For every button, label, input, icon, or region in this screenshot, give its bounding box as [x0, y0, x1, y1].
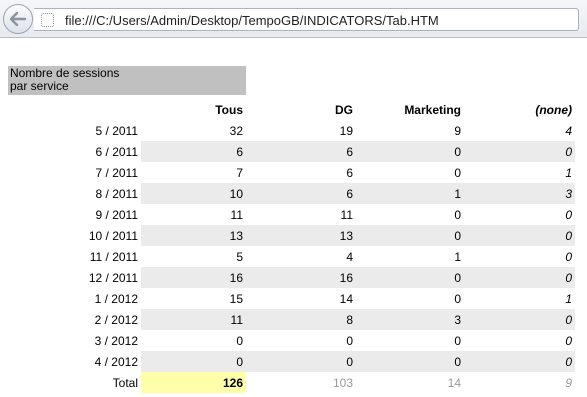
table-row: 8 / 2011 10 6 1 3	[8, 183, 575, 204]
none-cell: 0	[565, 249, 572, 264]
tous-cell: 32	[229, 123, 243, 138]
dg-cell: 0	[246, 351, 356, 372]
total-tous: 126	[141, 372, 246, 393]
marketing-cell: 0	[454, 291, 461, 306]
dg-cell: 4	[346, 249, 353, 264]
table-row: 4 / 2012 0 0 0 0	[8, 351, 575, 372]
none-cell: 1	[565, 165, 572, 180]
dg-cell: 16	[246, 267, 356, 288]
period-cell: 7 / 2011	[95, 165, 138, 180]
dg-cell: 6	[246, 183, 356, 204]
period-cell: 12 / 2011	[88, 270, 138, 285]
table-row: 12 / 2011 16 16 0 0	[8, 267, 575, 288]
browser-toolbar: file:///C:/Users/Admin/Desktop/TempoGB/I…	[0, 0, 587, 38]
marketing-cell: 1	[356, 183, 464, 204]
header-period	[8, 99, 141, 120]
total-row: Total 126 103 14 9	[8, 372, 575, 393]
tous-cell: 6	[141, 141, 246, 162]
tous-cell: 0	[141, 351, 246, 372]
table-row: 5 / 2011 32 19 9 4	[8, 120, 575, 141]
none-cell: 0	[464, 351, 575, 372]
sessions-table: Tous DG Marketing (none) 5 / 2011 32 19 9 4 6…	[8, 99, 575, 393]
tous-cell: 15	[229, 291, 243, 306]
tous-cell: 7	[236, 165, 243, 180]
period-cell: 4 / 2012	[94, 354, 138, 369]
marketing-cell: 9	[454, 123, 461, 138]
marketing-cell: 0	[454, 333, 461, 348]
none-cell: 0	[565, 333, 572, 348]
table-row: 11 / 2011 5 4 1 0	[8, 246, 575, 267]
dg-cell: 19	[339, 123, 353, 138]
header-marketing: Marketing	[404, 102, 461, 117]
table-row: 3 / 2012 0 0 0 0	[8, 330, 575, 351]
tous-cell: 0	[236, 333, 243, 348]
back-button[interactable]	[3, 4, 33, 34]
none-cell: 0	[464, 267, 575, 288]
dg-cell: 14	[339, 291, 353, 306]
marketing-cell: 0	[454, 207, 461, 222]
dg-cell: 8	[246, 309, 356, 330]
period-cell: 9 / 2011	[95, 207, 138, 222]
period-cell: 11 / 2011	[89, 249, 138, 264]
period-cell: 6 / 2011	[95, 144, 138, 159]
table-row: 10 / 2011 13 13 0 0	[8, 225, 575, 246]
table-row: 2 / 2012 11 8 3 0	[8, 309, 575, 330]
none-cell: 3	[464, 183, 575, 204]
none-cell: 0	[464, 309, 575, 330]
marketing-cell: 3	[356, 309, 464, 330]
period-cell: 8 / 2011	[95, 186, 138, 201]
tous-cell: 11	[141, 309, 246, 330]
marketing-cell: 1	[454, 249, 461, 264]
page-content: Nombre de sessions par service Tous DG M…	[0, 39, 587, 397]
none-cell: 0	[565, 207, 572, 222]
marketing-cell: 0	[356, 351, 464, 372]
dg-cell: 11	[340, 207, 353, 222]
none-cell: 1	[565, 291, 572, 306]
period-cell: 3 / 2012	[94, 333, 138, 348]
back-arrow-icon	[10, 12, 26, 26]
marketing-cell: 0	[454, 165, 461, 180]
marketing-cell: 0	[356, 267, 464, 288]
table-row: 7 / 2011 7 6 0 1	[8, 162, 575, 183]
dg-cell: 6	[346, 165, 353, 180]
tous-cell: 16	[141, 267, 246, 288]
address-bar[interactable]: file:///C:/Users/Admin/Desktop/TempoGB/I…	[34, 8, 579, 31]
marketing-cell: 0	[356, 225, 464, 246]
url-text[interactable]: file:///C:/Users/Admin/Desktop/TempoGB/I…	[65, 13, 439, 28]
table-body: 5 / 2011 32 19 9 4 6 / 2011 6 6 0 0 7 / 2011 7 6 0 1 8 …	[8, 120, 575, 372]
dg-cell: 0	[346, 333, 353, 348]
none-cell: 4	[565, 123, 572, 138]
table-row: 9 / 2011 11 11 0 0	[8, 204, 575, 225]
header-none: (none)	[535, 102, 572, 117]
total-label: Total	[112, 375, 138, 390]
dg-cell: 13	[246, 225, 356, 246]
table-row: 6 / 2011 6 6 0 0	[8, 141, 575, 162]
period-cell: 10 / 2011	[88, 228, 138, 243]
marketing-cell: 0	[356, 141, 464, 162]
total-marketing: 14	[447, 375, 461, 390]
tous-cell: 13	[141, 225, 246, 246]
dg-cell: 6	[246, 141, 356, 162]
header-tous: Tous	[215, 102, 243, 117]
tous-cell: 10	[141, 183, 246, 204]
total-none: 9	[565, 375, 572, 390]
page-icon	[41, 13, 54, 27]
header-row: Tous DG Marketing (none)	[8, 99, 575, 120]
tous-cell: 11	[230, 207, 243, 222]
table-row: 1 / 2012 15 14 0 1	[8, 288, 575, 309]
period-cell: 1 / 2012	[94, 291, 138, 306]
total-dg: 103	[332, 375, 353, 390]
none-cell: 0	[464, 141, 575, 162]
header-dg: DG	[335, 102, 353, 117]
none-cell: 0	[464, 225, 575, 246]
period-cell: 2 / 2012	[94, 312, 138, 327]
tous-cell: 5	[236, 249, 243, 264]
period-cell: 5 / 2011	[95, 123, 138, 138]
table-title: Nombre de sessions par service	[8, 66, 246, 95]
